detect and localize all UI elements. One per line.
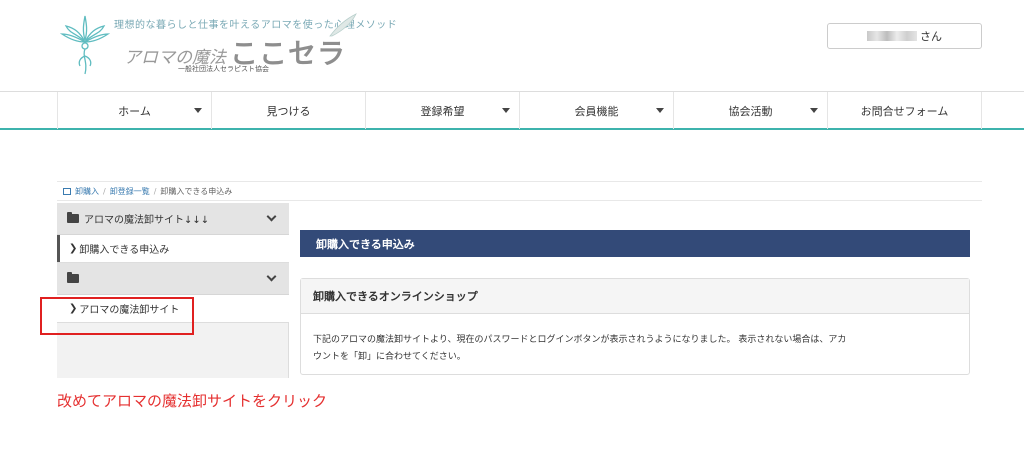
chevron-down-icon [266,211,277,222]
highlight-box [40,297,194,335]
nav-item-association-activities[interactable]: 協会活動 [674,92,828,129]
breadcrumb-current: 卸購入できる申込み [160,187,233,196]
nav-item-member-functions[interactable]: 会員機能 [520,92,674,129]
breadcrumb-separator: / [153,187,157,196]
lotus-figure-icon [60,15,110,75]
breadcrumb-link-registration-list[interactable]: 卸登録一覧 [110,186,150,197]
sidebar-group-aroma-wholesale[interactable]: アロマの魔法卸サイト↓↓↓ [57,203,289,235]
logo-organization: 一般社団法人セラピスト協会 [178,65,269,73]
online-shop-panel: 卸購入できるオンラインショップ 下記のアロマの魔法卸サイトより、現在のパスワード… [300,278,970,375]
folder-open-icon [67,212,79,223]
divider [57,200,982,201]
panel-heading: 卸購入できるオンラインショップ [301,279,969,314]
breadcrumb: 卸購入 / 卸登録一覧 / 卸購入できる申込み [63,186,232,197]
breadcrumb-link-purchase[interactable]: 卸購入 [75,186,99,197]
divider [57,181,982,182]
nav-item-label: 見つける [266,104,311,118]
nav-item-find[interactable]: 見つける [212,92,366,129]
main-navigation: ホーム 見つける 登録希望 会員機能 協会活動 お問合せフォーム [0,91,1024,130]
active-indicator [57,235,60,262]
user-name-redacted [867,31,917,41]
nav-item-registration[interactable]: 登録希望 [366,92,520,129]
caret-down-icon [194,108,202,113]
nav-item-home[interactable]: ホーム [58,92,212,129]
chevron-right-icon: ❯ [69,243,78,254]
folder-open-icon [67,272,79,283]
caret-down-icon [656,108,664,113]
breadcrumb-separator: / [103,187,106,196]
list-icon [63,188,71,195]
panel-text-line: ウントを「卸」に合わせてください。 [313,352,466,362]
user-account-button[interactable]: さん [827,23,982,49]
instruction-annotation: 改めてアロマの魔法卸サイトをクリック [57,392,328,410]
sidebar-item-purchase-application[interactable]: ❯ 卸購入できる申込み [57,235,289,263]
nav-item-label: お問合せフォーム [860,104,949,118]
nav-item-label: 登録希望 [420,104,465,118]
panel-title: 卸購入できるオンラインショップ [313,290,478,303]
nav-item-label: 会員機能 [574,104,619,118]
page-title: 卸購入できる申込み [300,230,970,257]
sidebar-group-unnamed[interactable] [57,263,289,295]
sidebar-item-label: 卸購入できる申込み [79,245,170,256]
sidebar: アロマの魔法卸サイト↓↓↓ ❯ 卸購入できる申込み ❯ アロマの魔法卸サイト [57,203,289,378]
caret-down-icon [810,108,818,113]
nav-item-label: ホーム [118,104,151,118]
site-logo[interactable]: 理想的な暮らしと仕事を叶えるアロマを使った心理メソッド アロマの魔法 ここセラ 一… [60,12,397,78]
nav-item-contact-form[interactable]: お問合せフォーム [828,92,982,129]
user-suffix: さん [920,30,942,43]
panel-body: 下記のアロマの魔法卸サイトより、現在のパスワードとログインボタンが表示されうよう… [301,314,969,366]
sidebar-group-label: アロマの魔法卸サイト↓↓↓ [84,215,210,226]
panel-text-line: 下記のアロマの魔法卸サイトより、現在のパスワードとログインボタンが表示されうよう… [313,335,847,345]
chevron-down-icon [266,271,277,282]
nav-item-label: 協会活動 [728,104,773,118]
caret-down-icon [502,108,510,113]
page-title-text: 卸購入できる申込み [316,237,415,251]
